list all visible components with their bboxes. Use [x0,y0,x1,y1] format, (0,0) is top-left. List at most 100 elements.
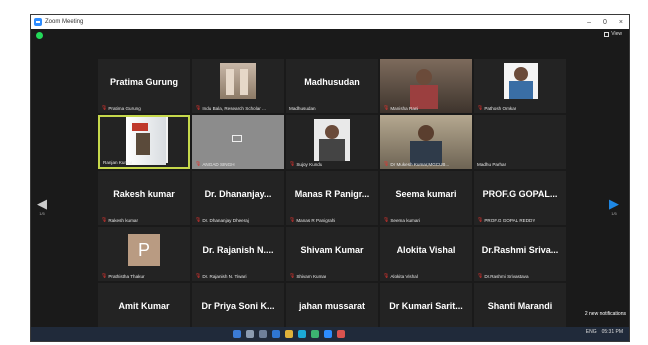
mic-muted-icon: 🎙 [477,105,484,111]
participant-name-label: 🎙 Indu Bala, Research Scholar ... [195,105,266,111]
avatar: P [128,234,160,266]
mic-muted-icon: 🎙 [101,217,108,223]
previous-page-button[interactable]: ◀ 1/5 [37,197,47,216]
participant-name-label: 🎙 Dr Mukesh Kumar,MGCUB... [383,161,449,167]
edge-icon[interactable] [298,330,306,338]
clock[interactable]: 05:31 PM [602,329,623,335]
mic-muted-icon: 🎙 [477,273,484,279]
participant-name: Manisha Rani [390,105,419,111]
close-button[interactable]: × [619,19,623,26]
participant-name: Seema kumari [390,217,420,223]
participant-tile[interactable]: 🎙 Sujoy Kundu [286,115,378,169]
notifications-badge[interactable]: 2 new notifications [585,311,626,317]
participant-tile[interactable]: Madhu Parhar [474,115,566,169]
participant-name: Dr.Rashmi Srivastava [484,273,529,279]
mic-muted-icon: 🎙 [101,273,108,279]
search-icon[interactable] [246,330,254,338]
participant-tile[interactable]: P 🎙 Prathistha Thakur [98,227,190,281]
participant-tile[interactable]: PROF.G GOPAL... 🎙 PROF.G GOPAL REDDY [474,171,566,225]
mic-muted-icon: 🎙 [477,217,484,223]
video-gallery: Pratima Gurung 🎙 Pratima Gurung 🎙 Indu Bala,… [98,59,566,337]
view-button[interactable]: View [604,31,622,37]
participant-name: Manas R Panigrahi [296,217,336,223]
participant-tile[interactable]: 🎙 Manisha Rani [380,59,472,113]
participant-tile[interactable]: Dr. Rajanish N.... 🎙 Dr. Rajanish N. Tiwar… [192,227,284,281]
participant-name: Dr. Dhananjay Dheeraj [202,217,249,223]
participant-name: ANGAD SINGH [202,161,235,167]
participant-tile[interactable]: 🎙 Dr Mukesh Kumar,MGCUB... [380,115,472,169]
mic-muted-icon: 🎙 [195,217,202,223]
participant-name: Dr Mukesh Kumar,MGCUB... [390,161,450,167]
participant-name: PROF.G GOPAL REDDY [484,217,536,223]
task-view-icon[interactable] [259,330,267,338]
zoom-taskbar-icon[interactable] [324,330,332,338]
arrow-left-icon: ◀ [37,196,47,211]
mic-muted-icon: 🎙 [195,273,202,279]
participant-tile[interactable]: Ranjan Kumar [98,115,190,169]
page-indicator: 1/5 [39,211,45,216]
participant-name-label: 🎙 Prathistha Thakur [101,273,145,279]
participant-tile[interactable]: Manas R Panigr... 🎙 Manas R Panigrahi [286,171,378,225]
participant-tile[interactable]: Seema kumari 🎙 Seema kumari [380,171,472,225]
participant-display-name: Dr.Rashmi Sriva... [481,245,559,255]
participant-name: Indu Bala, Research Scholar ... [202,105,266,111]
participant-display-name: Shanti Marandi [487,301,553,311]
chrome-icon[interactable] [311,330,319,338]
participant-display-name: Pratima Gurung [109,77,178,87]
participant-name: Dr. Rajanish N. Tiwari [202,273,247,279]
participant-tile[interactable]: Pratima Gurung 🎙 Pratima Gurung [98,59,190,113]
mic-muted-icon: 🎙 [101,105,108,111]
participant-name-label: 🎙 Rakesh kumar [101,217,138,223]
participant-display-name: Dr Kumari Sarit... [389,301,463,311]
file-explorer-icon[interactable] [285,330,293,338]
maximize-button[interactable]: 0 [603,19,607,26]
page-indicator: 1/5 [611,211,617,216]
minimize-button[interactable]: – [587,19,591,26]
grid-view-icon [604,31,610,37]
app-icon[interactable] [337,330,345,338]
participant-name: Ranjan Kumar [103,160,133,165]
participant-name-label: 🎙 Dr.Rashmi Srivastava [477,273,529,279]
participant-name-label: Madhu Parhar [477,162,506,167]
participant-name: Pratima Gurung [108,105,141,111]
participant-display-name: Alokita Vishal [396,245,456,255]
language-indicator[interactable]: ENG [586,329,597,335]
start-icon[interactable] [233,330,241,338]
participant-tile[interactable]: Rakesh kumar 🎙 Rakesh kumar [98,171,190,225]
participant-name-label: 🎙 Manisha Rani [383,105,418,111]
participant-display-name: Dr Priya Soni K... [201,301,275,311]
mic-muted-icon: 🎙 [289,161,296,167]
participant-tile[interactable]: 🎙 Pathosh Omkar [474,59,566,113]
participant-name-label: 🎙 Manas R Panigrahi [289,217,335,223]
mic-muted-icon: 🎙 [383,217,390,223]
mic-muted-icon: 🎙 [383,161,390,167]
participant-display-name: Dr. Rajanish N.... [202,245,274,255]
participant-tile[interactable]: Alokita Vishal 🎙 Alokita Vishal [380,227,472,281]
participant-name-label: 🎙 Pathosh Omkar [477,105,516,111]
encryption-shield-icon[interactable] [36,32,43,39]
participant-video [126,117,166,165]
participant-name-label: 🎙 Alokita Vishal [383,273,418,279]
mic-muted-icon: 🎙 [195,161,202,167]
participant-tile[interactable]: Dr. Dhananjay... 🎙 Dr. Dhananjay Dheeraj [192,171,284,225]
participant-name-label: 🎙 Seema kumari [383,217,420,223]
title-bar: Zoom Meeting – 0 × [31,15,629,29]
participant-name: Madhu Parhar [477,162,507,167]
participant-tile[interactable]: Shivam Kumar 🎙 Shivam Kumar [286,227,378,281]
participant-name-label: Madhusudan [289,106,316,111]
participant-tile[interactable]: Dr.Rashmi Sriva... 🎙 Dr.Rashmi Srivastava [474,227,566,281]
participant-name-label: 🎙 Dr. Dhananjay Dheeraj [195,217,249,223]
participant-name: Sujoy Kundu [296,161,323,167]
participant-name: Shivam Kumar [296,273,327,279]
participant-name-label: 🎙 Dr. Rajanish N. Tiwari [195,273,247,279]
participant-display-name: PROF.G GOPAL... [482,189,558,199]
next-page-button[interactable]: ▶ 1/5 [609,197,619,216]
participant-display-name: Seema kumari [395,189,457,199]
participant-tile[interactable]: 🎙 ANGAD SINGH [192,115,284,169]
mic-muted-icon: 🎙 [383,105,390,111]
widgets-icon[interactable] [272,330,280,338]
participant-display-name: Shivam Kumar [300,245,364,255]
participant-tile[interactable]: 🎙 Indu Bala, Research Scholar ... [192,59,284,113]
participant-tile[interactable]: Madhusudan Madhusudan [286,59,378,113]
participant-video [220,63,256,99]
